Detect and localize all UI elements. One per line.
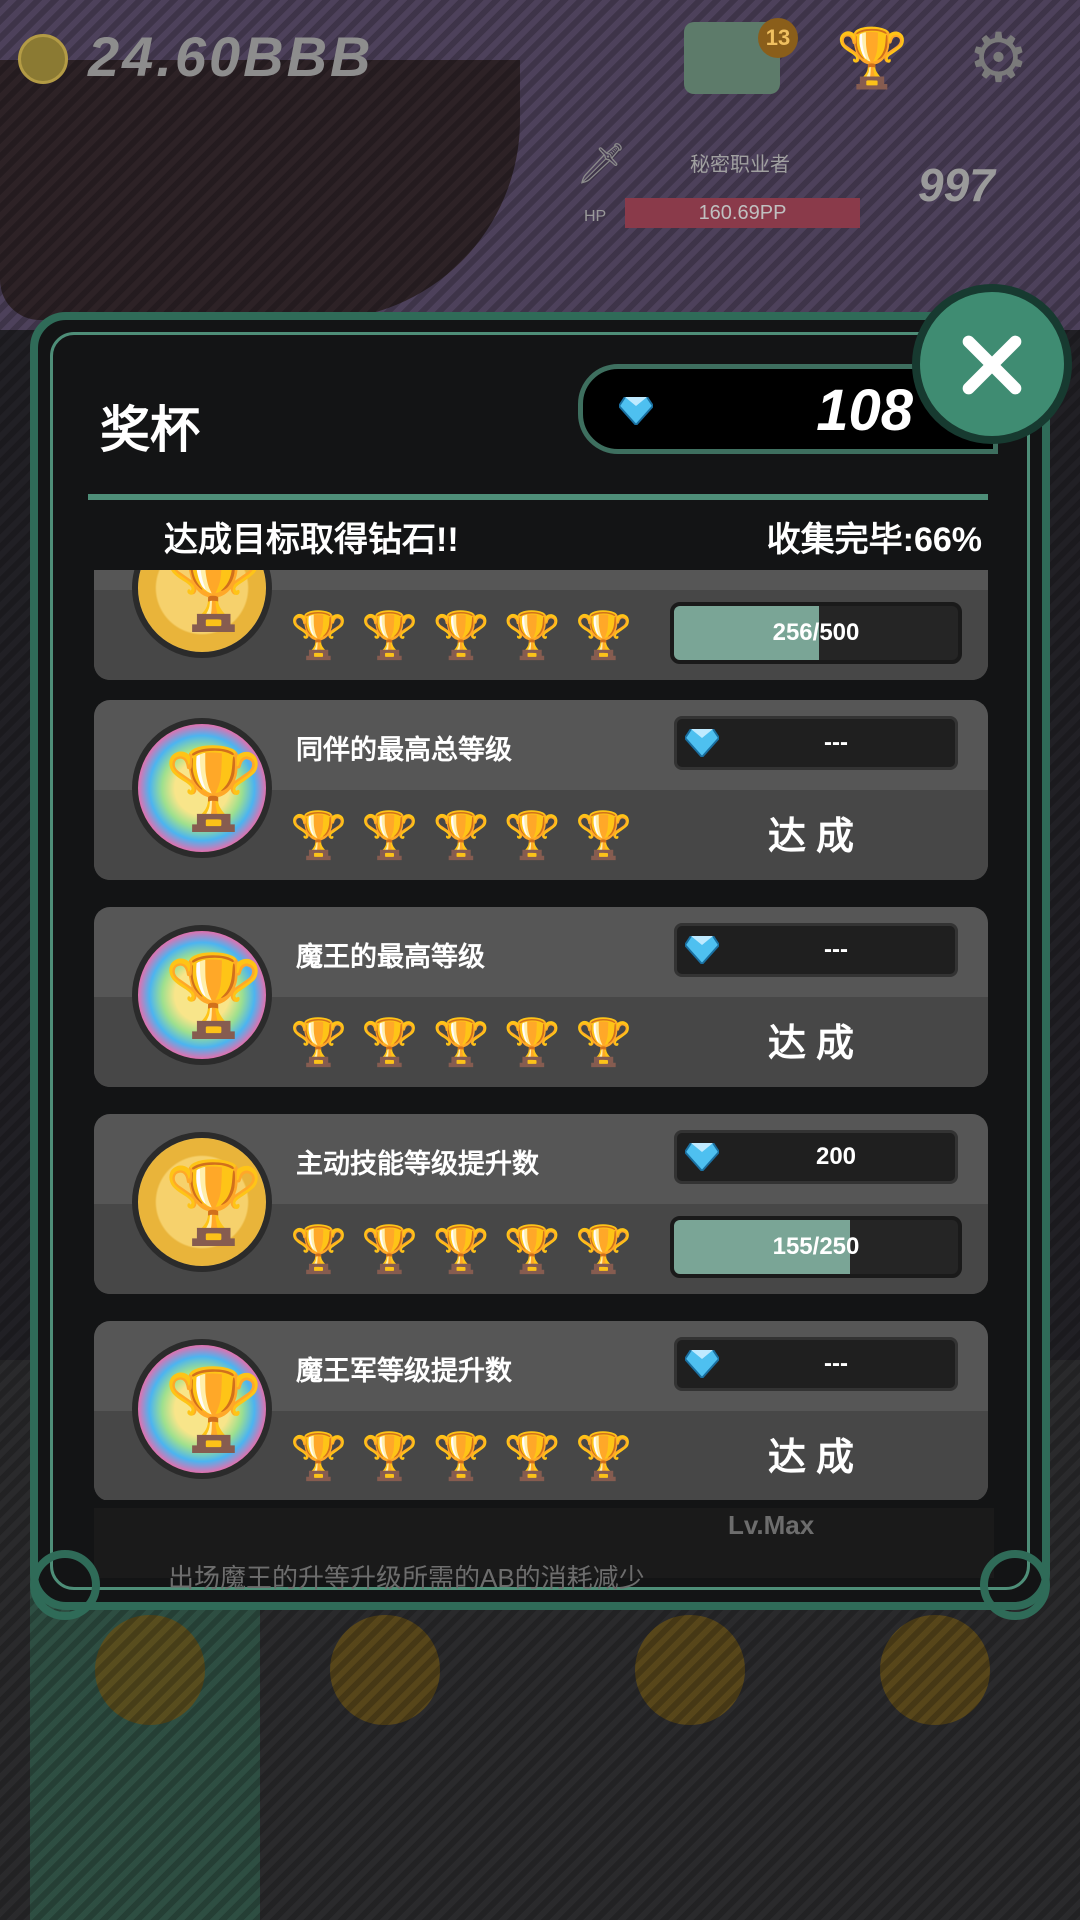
trophy-earned-icon: 🏆 [432,609,490,661]
diamond-icon [685,729,719,757]
achievement-title: 主动技能等级提升数 [296,1149,539,1179]
trophy-earned-icon: 🏆 [575,1016,633,1068]
close-button[interactable] [912,284,1072,444]
trophy-rating: 🏆 🏆 🏆 🏆 🏆 [290,1224,632,1274]
trophy-earned-icon: 🏆 [290,809,348,861]
trophy-earned-icon: 🏆 [503,609,562,661]
diamond-icon [685,936,719,964]
castle-badge: 13 [758,18,798,58]
enemy-level: 997 [918,159,995,211]
progress-text: 256/500 [772,619,860,646]
achievement-list[interactable]: 🏆 🏆 🏆 🏆 🏆 🏆 256/500 🏆 同伴的最高总等级 🏆 🏆 🏆 🏆 🏆 --- 达成 [94,570,994,1500]
progress-text: 155/250 [772,1233,860,1260]
reward-value: --- [824,936,848,963]
reward-value: --- [824,729,848,756]
hp-value: 160.69PP [698,202,787,224]
trophy-earned-icon: 🏆 [361,1223,419,1275]
diamond-icon [619,397,653,425]
trophy-earned-icon: 🏆 [575,809,633,861]
trophy-earned-icon: 🏆 [432,809,490,861]
achievement-card: 🏆 同伴的最高总等级 🏆 🏆 🏆 🏆 🏆 --- 达成 [94,700,988,880]
hp-label: HP [584,208,607,225]
trophy-earned-icon: 🏆 [290,609,348,661]
achieved-label: 达成 [767,1023,864,1065]
trophy-earned-icon: 🏆 [503,809,562,861]
frame-ornament-right [980,1550,1050,1620]
trophy-rating: 🏆 🏆 🏆 🏆 🏆 [290,1431,632,1481]
trophy-earned-icon: 🏆 [290,1016,348,1068]
achievement-title: 魔王的最高等级 [296,942,485,972]
trophy-earned-icon: 🏆 [361,809,419,861]
reward-box: 200 [674,1130,958,1184]
enemy-name: 秘密职业者 [690,154,790,176]
trophy-earned-icon: 🏆 [503,1430,562,1482]
rainbow-medal-icon: 🏆 [132,718,272,858]
gem-count: 108 [816,378,913,443]
trophy-earned-icon: 🏆 [503,1016,562,1068]
trophy-empty-icon: 🏆 [575,1223,633,1275]
gold-medal-icon: 🏆 [132,1132,272,1272]
background-description: 出场魔王的升等升级所需的AB的消耗减少 [168,1563,645,1593]
trophy-dialog: 奖杯 108 达成目标取得钻石!! 收集完毕:66% 🏆 🏆 🏆 🏆 🏆 🏆 256/5… [30,312,1050,1620]
achievement-title: 同伴的最高总等级 [296,735,512,765]
trophy-icon: 🏆 [836,26,909,91]
achieved-label: 达成 [767,1437,864,1479]
trophy-earned-icon: 🏆 [432,1016,490,1068]
trophy-earned-icon: 🏆 [575,1430,633,1482]
trophy-rating: 🏆 🏆 🏆 🏆 🏆 [290,1017,632,1067]
sword-icon: 🗡 [576,142,627,186]
achievement-card: 🏆 魔王军等级提升数 🏆 🏆 🏆 🏆 🏆 --- 达成 [94,1321,988,1500]
progress-bar: 155/250 [670,1216,962,1278]
completion-rate: 收集完毕:66% [766,521,982,559]
background-level-text: Lv.Max [728,1510,815,1540]
coin-icon [18,34,68,84]
trophy-earned-icon: 🏆 [432,1223,490,1275]
dialog-title: 奖杯 [100,402,200,458]
reward-value: 200 [815,1143,857,1170]
trophy-empty-icon: 🏆 [575,609,633,661]
trophy-earned-icon: 🏆 [361,609,419,661]
reward-box: --- [674,1337,958,1391]
progress-bar: 256/500 [670,602,962,664]
achievement-title: 魔王军等级提升数 [296,1356,512,1386]
trophy-rating: 🏆 🏆 🏆 🏆 🏆 [290,610,632,660]
rainbow-medal-icon: 🏆 [132,925,272,1065]
rainbow-medal-icon: 🏆 [132,1339,272,1479]
trophy-earned-icon: 🏆 [361,1430,419,1482]
reward-box: --- [674,923,958,977]
reward-box: --- [674,716,958,770]
reward-value: --- [824,1350,848,1377]
achievement-card: 🏆 🏆 🏆 🏆 🏆 🏆 256/500 [94,570,988,680]
achievement-card: 🏆 魔王的最高等级 🏆 🏆 🏆 🏆 🏆 --- 达成 [94,907,988,1087]
trophy-earned-icon: 🏆 [432,1430,490,1482]
trophy-earned-icon: 🏆 [361,1016,419,1068]
diamond-icon [685,1143,719,1171]
trophy-earned-icon: 🏆 [290,1430,348,1482]
trophy-earned-icon: 🏆 [290,1223,348,1275]
title-divider [88,494,988,500]
gear-icon: ⚙ [968,20,1029,96]
achievement-card: 🏆 主动技能等级提升数 🏆 🏆 🏆 🏆 🏆 200 155/250 [94,1114,988,1294]
trophy-rating: 🏆 🏆 🏆 🏆 🏆 [290,810,632,860]
dialog-subtitle: 达成目标取得钻石!! [164,521,459,559]
diamond-icon [685,1350,719,1378]
frame-ornament-left [30,1550,100,1620]
trophy-earned-icon: 🏆 [503,1223,562,1275]
money-counter: 24.60BBB [88,25,374,88]
achieved-label: 达成 [767,816,864,858]
